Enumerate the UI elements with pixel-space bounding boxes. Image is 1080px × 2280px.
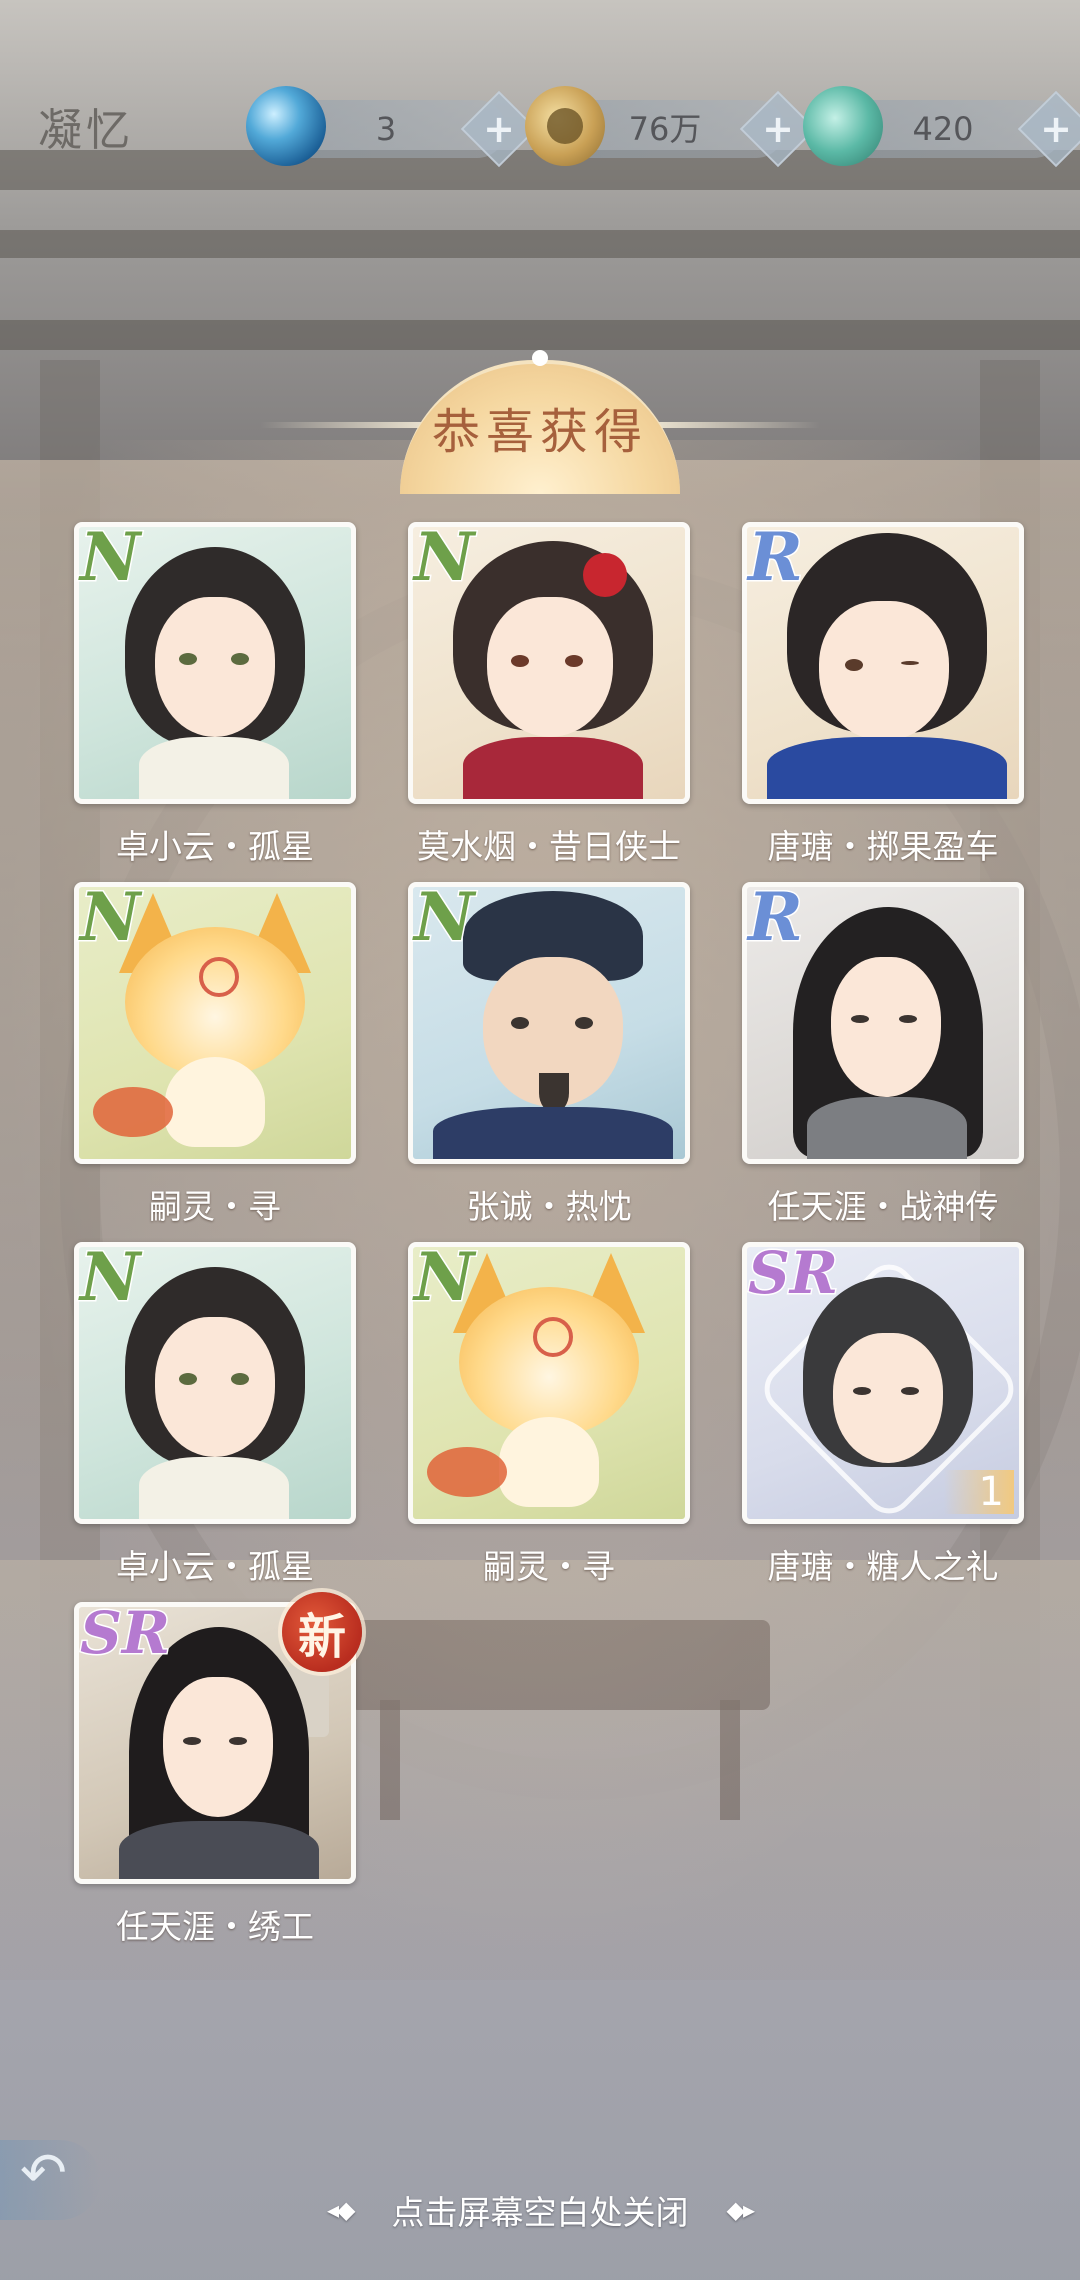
plus-icon: + [762,107,794,151]
hint-decoration-right: ◆▸ [726,2196,755,2224]
card-name: 张诚・热忱 [466,1187,632,1226]
card-name: 唐瑭・糖人之礼 [767,1547,999,1586]
resource-coin: 76万 + [525,86,817,168]
rarity-badge: SR [746,1239,839,1307]
add-jade-button[interactable]: + [1017,90,1080,168]
reward-card[interactable]: SR 新 [74,1592,362,1884]
rarity-badge: N [412,518,475,596]
reward-banner: 恭喜获得 [260,340,820,494]
resource-pearl: 3 + [246,86,538,168]
plus-icon: + [1040,107,1072,151]
reward-card[interactable]: N [74,882,356,1164]
resource-coin-value: 76万 [628,110,702,148]
reward-card[interactable]: N [408,522,690,804]
reward-card[interactable]: R [742,882,1024,1164]
resource-jade: 420 + [803,86,1080,168]
reward-card[interactable]: N [408,1242,690,1524]
rarity-badge: R [747,878,805,956]
resource-jade-value: 420 [912,110,974,148]
card-name: 卓小云・孤星 [116,827,314,866]
reward-card[interactable]: 1 SR [742,1242,1024,1524]
card-name: 唐瑭・掷果盈车 [767,827,999,866]
card-name: 嗣灵・寻 [149,1187,281,1226]
banner-ornament [532,350,548,366]
rarity-badge: SR [78,1599,171,1667]
reward-card[interactable]: N [74,1242,356,1524]
banner-title: 恭喜获得 [431,404,648,460]
card-name: 莫水烟・昔日侠士 [417,827,681,866]
card-name: 任天涯・绣工 [116,1907,314,1946]
close-hint[interactable]: ◂◆ 点击屏幕空白处关闭 ◆▸ [0,2180,1080,2240]
rarity-badge: N [412,1238,475,1316]
page-title: 凝忆 [38,105,134,156]
new-badge: 新 [282,1592,362,1672]
reward-card[interactable]: N [74,522,356,804]
card-name: 任天涯・战神传 [767,1187,999,1226]
rarity-badge: N [78,878,141,956]
jade-dragon-icon [803,86,883,166]
reward-card[interactable]: N [408,882,690,1164]
add-pearl-button[interactable]: + [460,90,538,168]
top-bar: 凝忆 3 + 76万 + 420 + [0,70,1080,180]
rarity-badge: N [412,878,475,956]
plus-icon: + [483,107,515,151]
card-name: 嗣灵・寻 [483,1547,615,1586]
duplicate-count: 1 [944,1470,1014,1514]
coin-paw-icon [525,86,605,166]
resource-pearl-value: 3 [375,110,397,148]
rarity-badge: N [78,518,141,596]
card-name: 卓小云・孤星 [116,1547,314,1586]
blue-pearl-icon [246,86,326,166]
rarity-badge: N [78,1238,141,1316]
close-hint-text: 点击屏幕空白处关闭 [391,2193,689,2232]
hint-decoration-left: ◂◆ [326,2196,355,2224]
rarity-badge: R [747,518,805,596]
reward-card[interactable]: R [742,522,1024,804]
